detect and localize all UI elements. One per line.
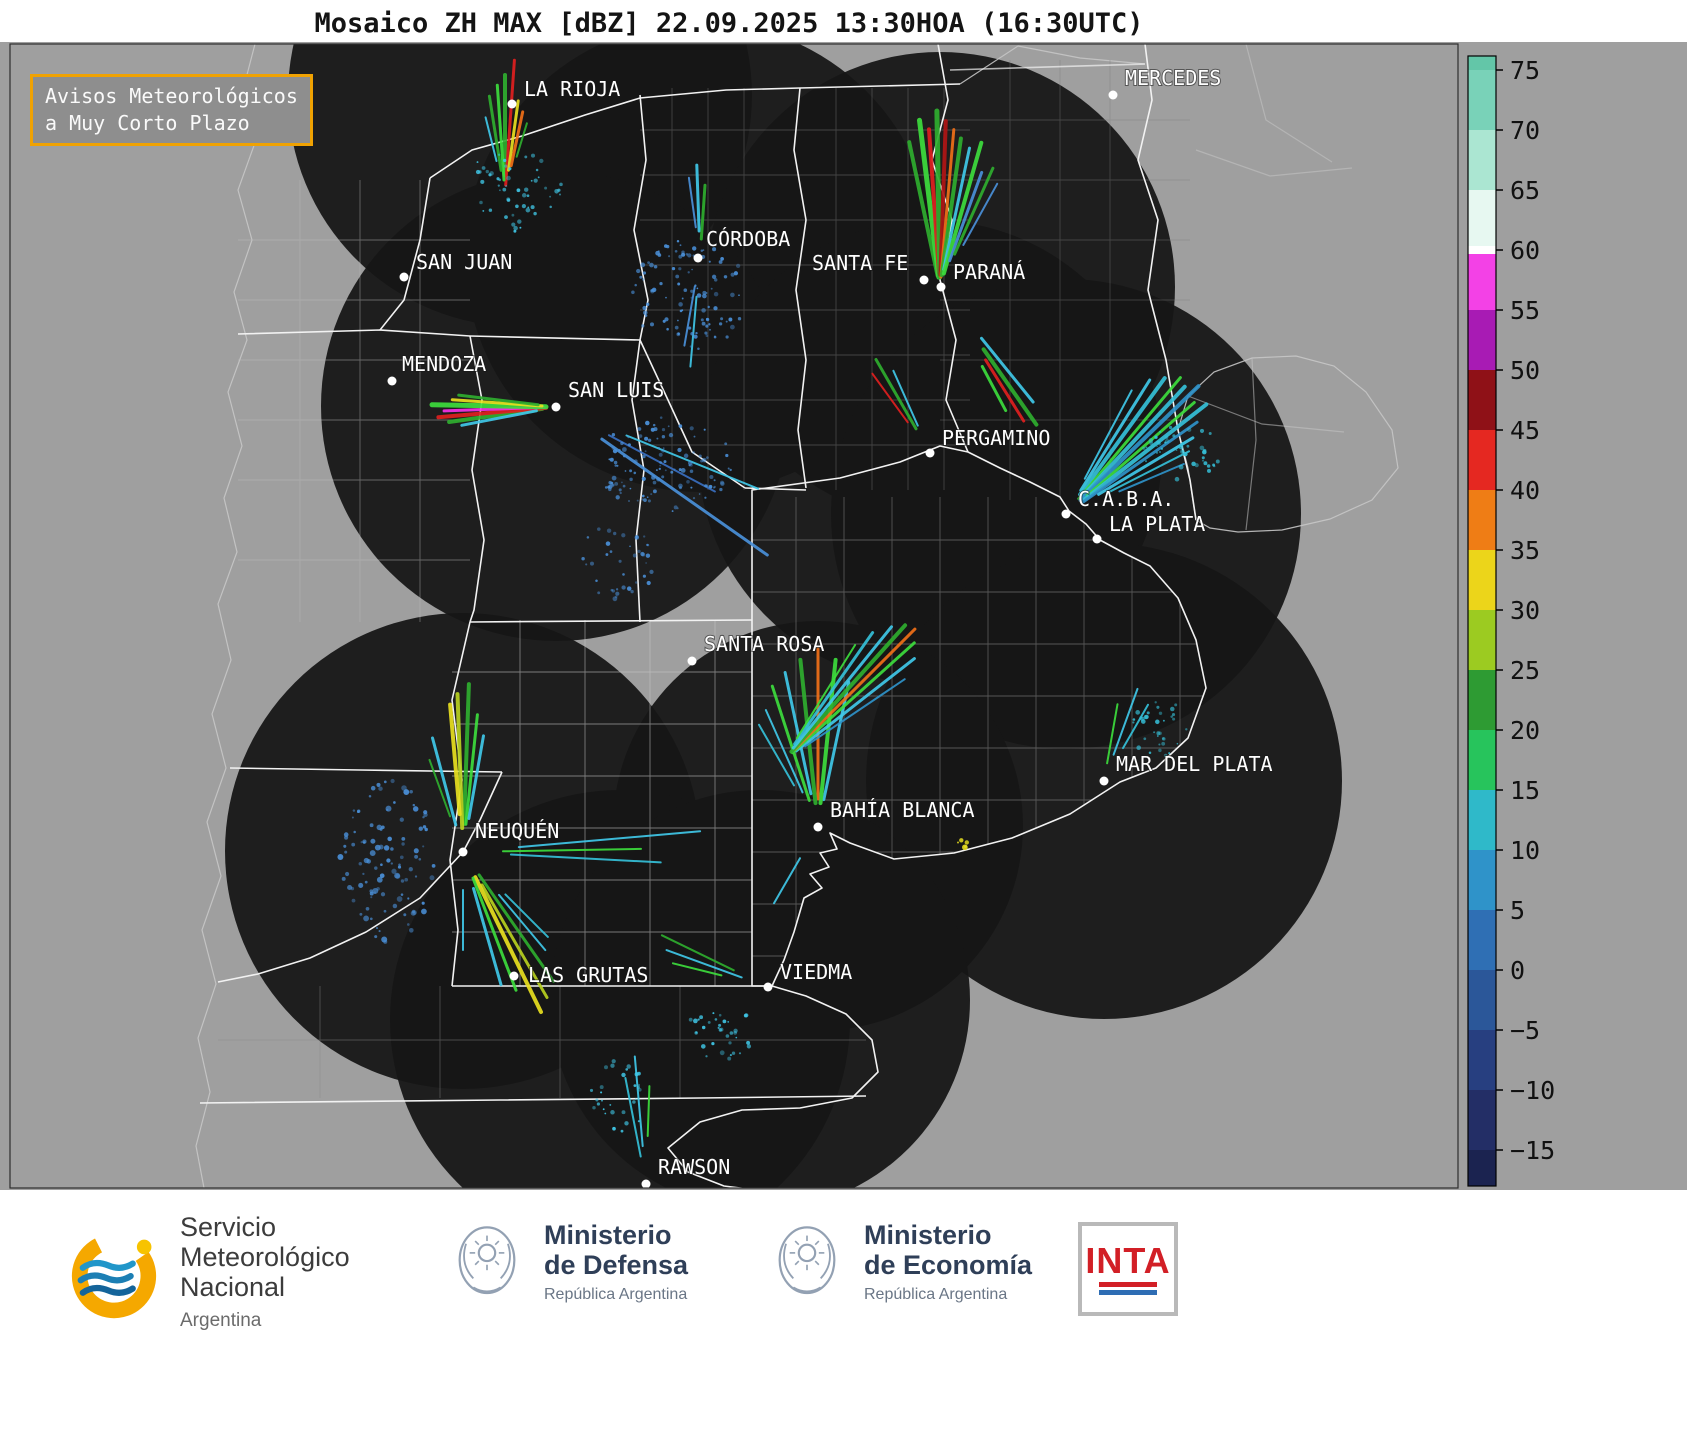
svg-text:5: 5 bbox=[1510, 896, 1525, 925]
smn-logo-icon bbox=[71, 1233, 157, 1319]
smn-logo-block: Servicio Meteorológico Nacional Argentin… bbox=[62, 1212, 350, 1336]
svg-text:CÓRDOBA: CÓRDOBA bbox=[706, 227, 790, 251]
svg-text:−5: −5 bbox=[1510, 1016, 1540, 1045]
svg-text:PARANÁ: PARANÁ bbox=[953, 260, 1025, 284]
inta-logo: INTA bbox=[1078, 1222, 1178, 1316]
svg-text:SAN JUAN: SAN JUAN bbox=[416, 250, 512, 274]
inta-label: INTA bbox=[1085, 1240, 1171, 1281]
ministerio-economia-block: Ministerio de Economía República Argenti… bbox=[766, 1214, 1032, 1310]
svg-text:PERGAMINO: PERGAMINO bbox=[942, 426, 1050, 450]
economia-line-1: Ministerio bbox=[864, 1220, 992, 1250]
advisory-box: Avisos Meteorológicos a Muy Corto Plazo bbox=[30, 74, 313, 146]
smn-line-1: Servicio bbox=[180, 1212, 277, 1242]
svg-text:70: 70 bbox=[1510, 116, 1540, 145]
smn-line-2: Meteorológico bbox=[180, 1242, 350, 1272]
svg-text:VIEDMA: VIEDMA bbox=[780, 960, 852, 984]
svg-text:MERCEDES: MERCEDES bbox=[1125, 66, 1221, 90]
svg-text:65: 65 bbox=[1510, 176, 1540, 205]
defensa-text: Ministerio de Defensa República Argentin… bbox=[544, 1220, 688, 1304]
radar-map: MERCEDES LA RIOJA SAN JUAN CÓRDOBA SANTA FE P… bbox=[0, 42, 1687, 1190]
defensa-line-1: Ministerio bbox=[544, 1220, 672, 1250]
advisory-line-1: Avisos Meteorológicos bbox=[45, 84, 298, 108]
svg-text:75: 75 bbox=[1510, 56, 1540, 85]
defensa-sub: República Argentina bbox=[544, 1286, 688, 1303]
svg-text:45: 45 bbox=[1510, 416, 1540, 445]
svg-text:NEUQUÉN: NEUQUÉN bbox=[475, 819, 559, 843]
svg-text:30: 30 bbox=[1510, 596, 1540, 625]
svg-text:−10: −10 bbox=[1510, 1076, 1555, 1105]
svg-text:LA RIOJA: LA RIOJA bbox=[524, 77, 620, 101]
economia-crest-icon bbox=[778, 1226, 836, 1295]
svg-text:MAR DEL PLATA: MAR DEL PLATA bbox=[1116, 752, 1273, 776]
svg-text:BAHÍA BLANCA: BAHÍA BLANCA bbox=[830, 798, 975, 822]
svg-text:RAWSON: RAWSON bbox=[658, 1155, 730, 1179]
svg-text:60: 60 bbox=[1510, 236, 1540, 265]
ministerio-defensa-block: Ministerio de Defensa República Argentin… bbox=[446, 1214, 688, 1310]
svg-text:55: 55 bbox=[1510, 296, 1540, 325]
radar-mosaic-page: Mosaico ZH MAX [dBZ] 22.09.2025 13:30HOA… bbox=[0, 0, 1687, 1438]
footer: Servicio Meteorológico Nacional Argentin… bbox=[0, 1190, 1687, 1438]
economia-line-2: de Economía bbox=[864, 1250, 1033, 1280]
economia-sub: República Argentina bbox=[864, 1286, 1008, 1303]
svg-text:LAS GRUTAS: LAS GRUTAS bbox=[528, 963, 648, 987]
svg-text:25: 25 bbox=[1510, 656, 1540, 685]
smn-line-3: Nacional bbox=[180, 1272, 286, 1302]
svg-text:15: 15 bbox=[1510, 776, 1540, 805]
svg-text:50: 50 bbox=[1510, 356, 1540, 385]
svg-text:C.A.B.A.: C.A.B.A. bbox=[1078, 487, 1174, 511]
advisory-line-2: a Muy Corto Plazo bbox=[45, 111, 250, 135]
svg-text:SANTA ROSA: SANTA ROSA bbox=[704, 632, 824, 656]
svg-text:MENDOZA: MENDOZA bbox=[402, 352, 486, 376]
svg-text:0: 0 bbox=[1510, 956, 1525, 985]
defensa-crest-icon bbox=[458, 1226, 516, 1295]
inta-red-bar bbox=[1099, 1282, 1157, 1287]
svg-text:10: 10 bbox=[1510, 836, 1540, 865]
smn-country: Argentina bbox=[180, 1310, 262, 1331]
svg-text:SANTA FE: SANTA FE bbox=[812, 251, 908, 275]
svg-text:LA PLATA: LA PLATA bbox=[1109, 512, 1205, 536]
defensa-line-2: de Defensa bbox=[544, 1250, 689, 1280]
map-title: Mosaico ZH MAX [dBZ] 22.09.2025 13:30HOA… bbox=[314, 8, 1144, 39]
economia-text: Ministerio de Economía República Argenti… bbox=[864, 1220, 1032, 1304]
svg-text:20: 20 bbox=[1510, 716, 1540, 745]
inta-blue-bar bbox=[1099, 1290, 1157, 1295]
svg-text:SAN LUIS: SAN LUIS bbox=[568, 378, 664, 402]
svg-text:40: 40 bbox=[1510, 476, 1540, 505]
smn-text: Servicio Meteorológico Nacional Argentin… bbox=[180, 1212, 350, 1336]
svg-text:35: 35 bbox=[1510, 536, 1540, 565]
svg-text:−15: −15 bbox=[1510, 1136, 1555, 1165]
